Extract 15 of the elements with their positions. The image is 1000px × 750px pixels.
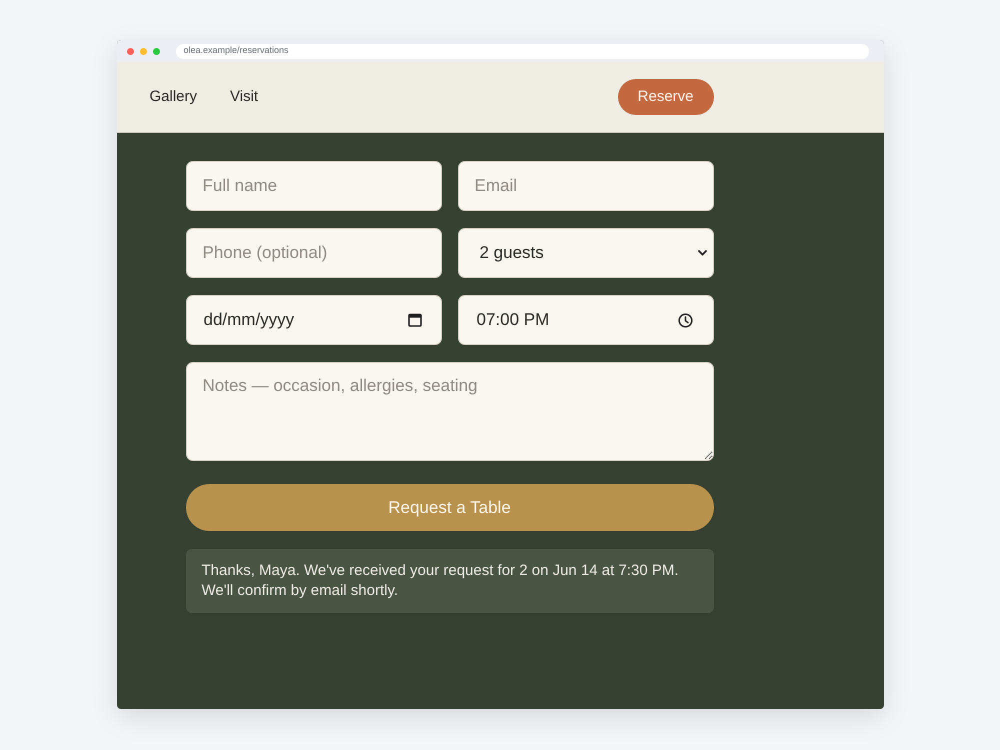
calendar-icon[interactable] (408, 313, 422, 327)
reserve-button[interactable]: Reserve (618, 79, 714, 115)
nav-link[interactable]: Visit (230, 86, 258, 108)
time-field[interactable]: 07:00 PM (458, 295, 714, 345)
date-field[interactable]: dd/mm/yyyy (186, 295, 442, 345)
address-bar[interactable]: olea.example/reservations (176, 44, 868, 58)
guests-select[interactable]: 2 guests (458, 228, 714, 278)
clock-icon[interactable] (678, 312, 692, 328)
input-field[interactable]: Email (458, 161, 714, 211)
notes-field[interactable]: Notes — occasion, allergies, seating (186, 362, 714, 461)
input-field[interactable]: Full name (186, 161, 442, 211)
confirmation-message: Thanks, Maya. We've received your request for 2 on Jun 14 at 7:30 PM. We'll confirm by email shortly. (186, 549, 714, 613)
chevron-down-icon (698, 250, 706, 256)
nav-link[interactable]: Gallery (150, 86, 198, 108)
input-field[interactable]: Phone (optional) (186, 228, 442, 278)
